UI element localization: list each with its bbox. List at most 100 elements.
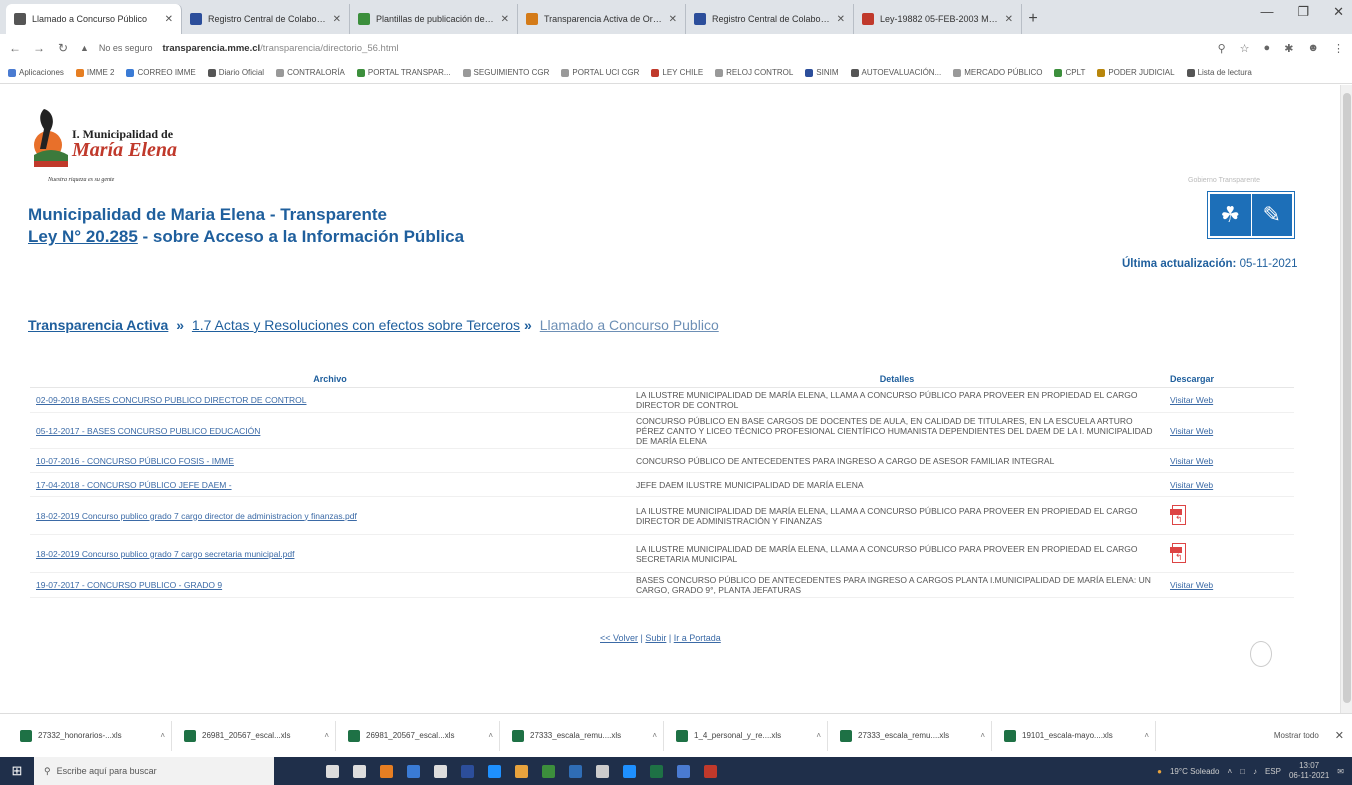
menu-icon[interactable]: ⋮ bbox=[1333, 42, 1344, 55]
warning-icon[interactable]: ▲ bbox=[80, 43, 89, 53]
profile-icon[interactable]: ☻ bbox=[1307, 42, 1319, 55]
download-item[interactable]: 27333_escala_remu....xls ˄ bbox=[506, 720, 664, 751]
show-all-downloads-button[interactable]: Mostrar todo bbox=[1274, 731, 1319, 740]
taskbar-app-icon[interactable] bbox=[596, 764, 609, 778]
volume-icon[interactable]: ♪ bbox=[1253, 767, 1257, 776]
chevron-up-icon[interactable]: ˄ bbox=[1144, 731, 1149, 740]
file-link[interactable]: 05-12-2017 - BASES CONCURSO PUBLICO EDUC… bbox=[36, 426, 260, 436]
visit-web-link[interactable]: Visitar Web bbox=[1170, 580, 1213, 590]
law-link[interactable]: Ley N° 20.285 bbox=[28, 227, 138, 246]
taskbar-app-icon[interactable] bbox=[380, 764, 393, 778]
extension-icon[interactable]: ● bbox=[1264, 42, 1271, 55]
forward-arrow-icon[interactable]: → bbox=[32, 41, 46, 55]
tab-close-icon[interactable]: ✕ bbox=[1005, 14, 1013, 25]
file-link[interactable]: 02-09-2018 BASES CONCURSO PUBLICO DIRECT… bbox=[36, 395, 307, 405]
taskbar-app-icon[interactable] bbox=[677, 764, 690, 778]
download-item[interactable]: 26981_20567_escal...xls ˄ bbox=[178, 720, 336, 751]
browser-tab[interactable]: Llamado a Concurso Público ✕ bbox=[6, 4, 182, 34]
chevron-up-icon[interactable]: ˄ bbox=[1227, 767, 1232, 776]
network-icon[interactable]: □ bbox=[1240, 767, 1245, 776]
file-link[interactable]: 19-07-2017 - CONCURSO PUBLICO - GRADO 9 bbox=[36, 580, 222, 590]
clock[interactable]: 13:07 06-11-2021 bbox=[1289, 761, 1329, 781]
new-tab-button[interactable]: + bbox=[1022, 4, 1044, 34]
visit-web-link[interactable]: Visitar Web bbox=[1170, 426, 1213, 436]
security-status[interactable]: No es seguro bbox=[99, 43, 153, 53]
reload-icon[interactable]: ↻ bbox=[56, 41, 70, 55]
file-link[interactable]: 18-02-2019 Concurso publico grado 7 carg… bbox=[36, 511, 357, 521]
file-link[interactable]: 17-04-2018 - CONCURSO PÚBLICO JEFE DAEM … bbox=[36, 480, 232, 490]
page-scrollbar[interactable] bbox=[1340, 85, 1352, 713]
bookmark-item[interactable]: Aplicaciones bbox=[8, 68, 64, 77]
chevron-up-icon[interactable]: ˄ bbox=[980, 731, 985, 740]
browser-tab[interactable]: Transparencia Activa de Organ ✕ bbox=[518, 4, 686, 34]
chevron-up-icon[interactable]: ˄ bbox=[324, 731, 329, 740]
puzzle-icon[interactable]: ✱ bbox=[1284, 42, 1293, 55]
taskbar-app-icon[interactable] bbox=[623, 764, 636, 778]
pdf-icon[interactable]: ↰ bbox=[1170, 542, 1188, 565]
star-icon[interactable]: ☆ bbox=[1240, 42, 1250, 55]
bookmark-item[interactable]: AUTOEVALUACIÓN... bbox=[850, 68, 941, 77]
tab-close-icon[interactable]: ✕ bbox=[837, 14, 845, 25]
accessibility-widget[interactable]: ☘ ✎ bbox=[1208, 192, 1294, 238]
bookmark-item[interactable]: CPLT bbox=[1054, 68, 1085, 77]
bookmark-item[interactable]: CORREO IMME bbox=[126, 68, 196, 77]
chevron-up-icon[interactable]: ˄ bbox=[488, 731, 493, 740]
download-item[interactable]: 26981_20567_escal...xls ˄ bbox=[342, 720, 500, 751]
download-item[interactable]: 19101_escala-mayo....xls ˄ bbox=[998, 720, 1156, 751]
minimize-icon[interactable]: — bbox=[1260, 4, 1273, 20]
breadcrumb-transparencia-activa[interactable]: Transparencia Activa bbox=[28, 317, 168, 333]
breadcrumb-actas-resoluciones[interactable]: 1.7 Actas y Resoluciones con efectos sob… bbox=[192, 317, 520, 333]
bookmark-item[interactable]: LEY CHILE bbox=[651, 68, 703, 77]
taskbar-app-icon[interactable] bbox=[515, 764, 528, 778]
chevron-up-icon[interactable]: ˄ bbox=[816, 731, 821, 740]
bookmark-item[interactable]: IMME 2 bbox=[75, 68, 114, 77]
bookmark-item[interactable]: CONTRALORÍA bbox=[276, 68, 345, 77]
windows-start-icon[interactable]: ⊞ bbox=[0, 757, 34, 785]
bookmark-item[interactable]: PORTAL UCI CGR bbox=[561, 68, 639, 77]
language-indicator[interactable]: ESP bbox=[1265, 767, 1281, 776]
url-field[interactable]: transparencia.mme.cl/transparencia/direc… bbox=[162, 43, 398, 54]
file-link[interactable]: 18-02-2019 Concurso publico grado 7 carg… bbox=[36, 549, 294, 559]
pdf-icon[interactable]: ↰ bbox=[1170, 504, 1188, 527]
taskbar-app-icon[interactable] bbox=[407, 764, 420, 778]
home-link[interactable]: Ir a Portada bbox=[674, 633, 721, 643]
browser-tab[interactable]: Registro Central de Colaborado ✕ bbox=[182, 4, 350, 34]
bookmark-item[interactable]: PORTAL TRANSPAR... bbox=[356, 68, 451, 77]
bookmark-item[interactable]: SEGUIMIENTO CGR bbox=[462, 68, 549, 77]
tab-close-icon[interactable]: ✕ bbox=[165, 14, 173, 25]
bookmark-item[interactable]: MERCADO PÚBLICO bbox=[953, 68, 1042, 77]
taskbar-app-icon[interactable] bbox=[353, 764, 366, 778]
taskbar-app-icon[interactable] bbox=[704, 764, 717, 778]
chevron-up-icon[interactable]: ˄ bbox=[652, 731, 657, 740]
up-link[interactable]: Subir bbox=[645, 633, 666, 643]
scrollbar-thumb[interactable] bbox=[1343, 93, 1351, 703]
bookmark-item[interactable]: Diario Oficial bbox=[207, 68, 264, 77]
taskbar-app-icon[interactable] bbox=[542, 764, 555, 778]
taskbar-app-icon[interactable] bbox=[461, 764, 474, 778]
bookmark-item[interactable]: Lista de lectura bbox=[1186, 68, 1252, 77]
browser-tab[interactable]: Registro Central de Colaborado ✕ bbox=[686, 4, 854, 34]
taskbar-search[interactable]: ⚲ Escribe aquí para buscar bbox=[34, 757, 274, 785]
back-link[interactable]: << Volver bbox=[600, 633, 638, 643]
maximize-icon[interactable]: ❐ bbox=[1297, 4, 1309, 20]
bookmark-item[interactable]: PODER JUDICIAL bbox=[1097, 68, 1175, 77]
tab-close-icon[interactable]: ✕ bbox=[333, 14, 341, 25]
municipality-logo[interactable]: I. Municipalidad de María Elena Nuestra … bbox=[28, 105, 188, 187]
taskbar-app-icon[interactable] bbox=[326, 764, 339, 778]
close-window-icon[interactable]: ✕ bbox=[1333, 4, 1344, 20]
notifications-icon[interactable]: ✉ bbox=[1337, 767, 1344, 776]
file-link[interactable]: 10-07-2016 - CONCURSO PÚBLICO FOSIS - IM… bbox=[36, 456, 234, 466]
taskbar-app-icon[interactable] bbox=[434, 764, 447, 778]
tab-close-icon[interactable]: ✕ bbox=[669, 14, 677, 25]
bookmark-item[interactable]: RELOJ CONTROL bbox=[715, 68, 793, 77]
tab-close-icon[interactable]: ✕ bbox=[501, 14, 509, 25]
breadcrumb-current-page[interactable]: Llamado a Concurso Publico bbox=[540, 317, 719, 333]
visit-web-link[interactable]: Visitar Web bbox=[1170, 456, 1213, 466]
download-item[interactable]: 1_4_personal_y_re....xls ˄ bbox=[670, 720, 828, 751]
hearing-icon[interactable]: ☘ bbox=[1210, 194, 1252, 236]
download-item[interactable]: 27333_escala_remu....xls ˄ bbox=[834, 720, 992, 751]
zoom-icon[interactable]: ⚲ bbox=[1218, 42, 1226, 55]
taskbar-app-icon[interactable] bbox=[488, 764, 501, 778]
back-arrow-icon[interactable]: ← bbox=[8, 41, 22, 55]
taskbar-app-icon[interactable] bbox=[569, 764, 582, 778]
